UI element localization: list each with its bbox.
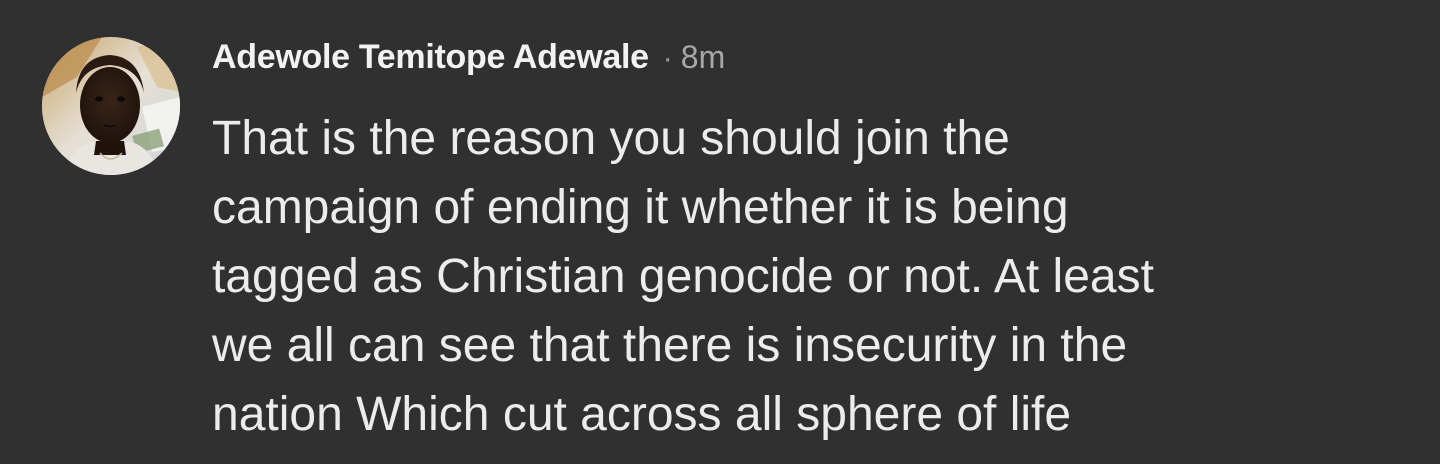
comment-text-line: campaign of ending it whether it is bein… [212,181,1069,234]
comment-text-line: That is the reason you should join the [212,112,1010,165]
comment-text-line: nation Which cut across all sphere of li… [212,388,1072,441]
comment-header: Adewole Temitope Adewale · 8m [212,38,1412,84]
comment-item: Adewole Temitope Adewale · 8m That is th… [0,0,1440,464]
author-name[interactable]: Adewole Temitope Adewale [212,38,649,77]
comment-text: That is the reason you should join the c… [212,104,1342,449]
avatar-photo-icon [42,37,180,175]
comment-text-line: tagged as Christian genocide or not. At … [212,250,1154,303]
separator-dot: · [662,42,673,75]
comment-text-line: we all can see that there is insecurity … [212,319,1128,372]
comment-content: Adewole Temitope Adewale · 8m That is th… [212,38,1412,449]
timestamp: 8m [680,39,726,75]
avatar[interactable] [42,37,180,175]
